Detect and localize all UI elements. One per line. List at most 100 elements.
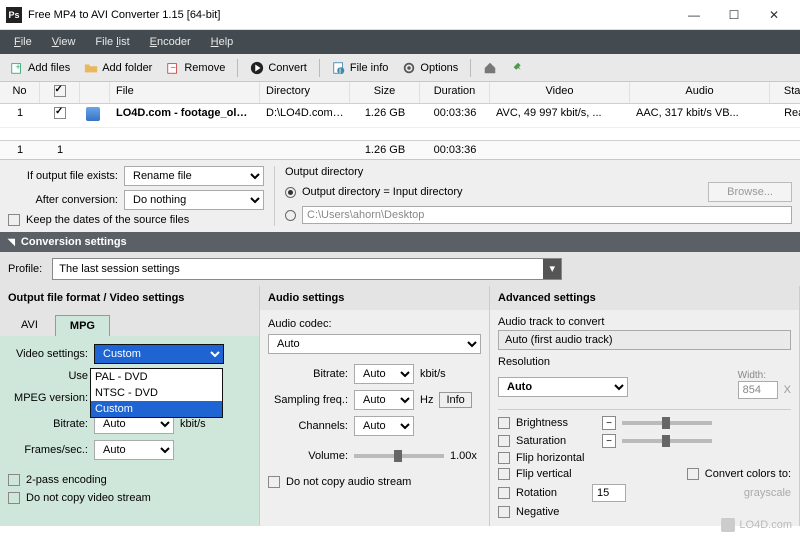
flip-v-checkbox[interactable]	[498, 468, 510, 480]
svg-text:i: i	[339, 65, 341, 75]
sampling-freq-select[interactable]: Auto	[354, 390, 414, 410]
convert-colors-checkbox[interactable]	[687, 468, 699, 480]
volume-slider[interactable]	[354, 454, 444, 458]
channels-select[interactable]: Auto	[354, 416, 414, 436]
options-label: Options	[420, 62, 458, 74]
dropdown-option[interactable]: Custom	[91, 401, 222, 417]
sampling-freq-label: Sampling freq.:	[268, 394, 348, 406]
cell-size: 1.26 GB	[350, 104, 420, 127]
video-settings-dropdown: PAL - DVD NTSC - DVD Custom	[90, 368, 223, 418]
no-copy-audio-checkbox[interactable]	[268, 476, 280, 488]
cell-status: Ready	[770, 104, 800, 127]
convert-button[interactable]: Convert	[244, 58, 313, 78]
file-info-button[interactable]: i File info	[326, 58, 395, 78]
col-duration[interactable]: Duration	[420, 82, 490, 103]
col-no[interactable]: No	[0, 82, 40, 103]
dropdown-option[interactable]: NTSC - DVD	[91, 385, 222, 401]
volume-value: 1.00x	[450, 450, 477, 462]
advanced-panel-header: Advanced settings	[490, 286, 799, 310]
add-files-label: Add files	[28, 62, 70, 74]
foot-dur: 00:03:36	[420, 141, 490, 159]
remove-button[interactable]: − Remove	[160, 58, 231, 78]
cell-dir: D:\LO4D.com\...	[260, 104, 350, 127]
rotation-input[interactable]	[592, 484, 626, 502]
video-settings-select[interactable]: Custom	[94, 344, 224, 364]
flip-h-checkbox[interactable]	[498, 452, 510, 464]
resolution-select[interactable]: Auto	[498, 377, 628, 397]
dropdown-option[interactable]: PAL - DVD	[91, 369, 222, 385]
add-folder-button[interactable]: Add folder	[78, 58, 158, 78]
audio-track-value[interactable]: Auto (first audio track)	[498, 330, 791, 350]
two-pass-checkbox[interactable]	[8, 474, 20, 486]
maximize-button[interactable]: ☐	[714, 2, 754, 28]
audio-codec-select[interactable]: Auto	[268, 334, 481, 354]
col-file[interactable]: File	[110, 82, 260, 103]
menu-encoder[interactable]: Encoder	[140, 32, 201, 52]
menu-file[interactable]: File	[4, 32, 42, 52]
minus-icon[interactable]: −	[602, 434, 616, 448]
profile-select[interactable]: The last session settings ▾	[52, 258, 562, 280]
tab-avi[interactable]: AVI	[6, 314, 53, 336]
flip-v-label: Flip vertical	[516, 468, 596, 480]
foot-count: 1	[0, 141, 40, 159]
home-button[interactable]	[477, 58, 503, 78]
keep-dates-checkbox[interactable]	[8, 214, 20, 226]
options-button[interactable]: Options	[396, 58, 464, 78]
profile-label: Profile:	[8, 263, 42, 275]
saturation-checkbox[interactable]	[498, 435, 510, 447]
col-status[interactable]: Status	[770, 82, 800, 103]
profile-bar: Profile: The last session settings ▾	[0, 252, 800, 286]
cell-audio: AAC, 317 kbit/s VB...	[630, 104, 770, 127]
info-button[interactable]: Info	[439, 392, 471, 408]
audio-codec-label: Audio codec:	[268, 318, 481, 330]
table-row[interactable]: 1 LO4D.com - footage_oldharry... D:\LO4D…	[0, 104, 800, 128]
menu-help[interactable]: Help	[201, 32, 244, 52]
col-audio[interactable]: Audio	[630, 82, 770, 103]
if-exists-select[interactable]: Rename file	[124, 166, 264, 186]
cell-dur: 00:03:36	[420, 104, 490, 127]
minimize-button[interactable]: —	[674, 2, 714, 28]
negative-checkbox[interactable]	[498, 506, 510, 518]
row-checkbox[interactable]	[54, 107, 66, 119]
close-button[interactable]: ✕	[754, 2, 794, 28]
outdir-path-input[interactable]	[302, 206, 792, 224]
audio-bitrate-unit: kbit/s	[420, 368, 446, 380]
after-conv-select[interactable]: Do nothing	[124, 190, 264, 210]
col-dir[interactable]: Directory	[260, 82, 350, 103]
after-conv-label: After conversion:	[8, 194, 118, 206]
width-input[interactable]	[738, 381, 778, 399]
browse-button[interactable]: Browse...	[708, 182, 792, 202]
audio-bitrate-select[interactable]: Auto	[354, 364, 414, 384]
rotation-checkbox[interactable]	[498, 487, 510, 499]
no-copy-video-checkbox[interactable]	[8, 492, 20, 504]
sampling-freq-unit: Hz	[420, 394, 433, 406]
col-size[interactable]: Size	[350, 82, 420, 103]
add-files-button[interactable]: + Add files	[4, 58, 76, 78]
channels-label: Channels:	[268, 420, 348, 432]
outdir-custom-radio[interactable]	[285, 210, 296, 221]
col-video[interactable]: Video	[490, 82, 630, 103]
brightness-slider[interactable]	[622, 421, 712, 425]
outdir-same-radio[interactable]	[285, 187, 296, 198]
video-panel-header: Output file format / Video settings	[0, 286, 259, 310]
audio-panel-header: Audio settings	[260, 286, 489, 310]
saturation-slider[interactable]	[622, 439, 712, 443]
video-settings-label: Video settings:	[8, 348, 88, 360]
use-label: Use	[8, 370, 88, 382]
brightness-checkbox[interactable]	[498, 417, 510, 429]
menu-filelist[interactable]: File list	[85, 32, 139, 52]
conversion-settings-header[interactable]: Conversion settings	[0, 232, 800, 252]
info-icon: i	[332, 61, 346, 75]
fps-select[interactable]: Auto	[94, 440, 174, 460]
advanced-panel: Advanced settings Audio track to convert…	[490, 286, 800, 526]
svg-text:+: +	[15, 61, 21, 72]
minus-icon[interactable]: −	[602, 416, 616, 430]
brightness-label: Brightness	[516, 417, 596, 429]
menu-view[interactable]: View	[42, 32, 86, 52]
pin-button[interactable]	[505, 58, 531, 78]
checkbox-icon[interactable]	[54, 85, 66, 97]
volume-label: Volume:	[268, 450, 348, 462]
rotation-label: Rotation	[516, 487, 586, 499]
tab-mpg[interactable]: MPG	[55, 315, 110, 337]
col-check[interactable]	[40, 82, 80, 103]
